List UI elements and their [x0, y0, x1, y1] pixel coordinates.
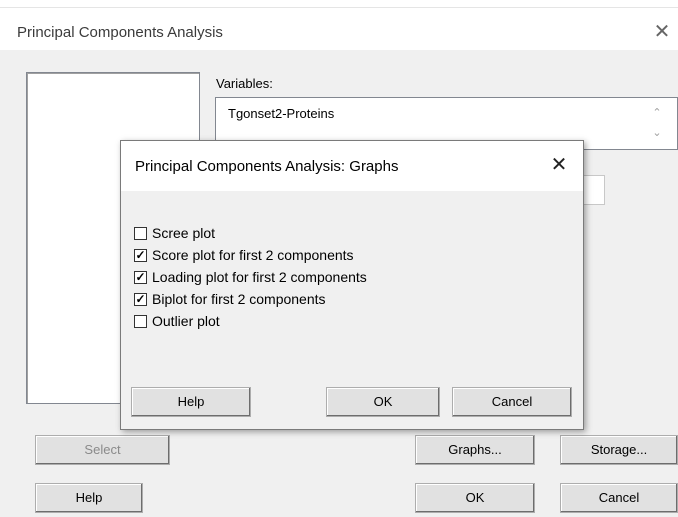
graphs-dialog: Principal Components Analysis: Graphs ✕ …: [120, 140, 584, 430]
option-score-plot[interactable]: Score plot for first 2 components: [134, 245, 354, 265]
window-top-edge: [0, 0, 678, 8]
option-label: Biplot for first 2 components: [152, 291, 326, 307]
checkbox[interactable]: [134, 248, 147, 262]
variables-value: Tgonset2-Proteins: [228, 106, 335, 121]
option-biplot[interactable]: Biplot for first 2 components: [134, 289, 326, 309]
graphs-help-button[interactable]: Help: [131, 387, 251, 417]
option-label: Loading plot for first 2 components: [152, 269, 367, 285]
checkbox[interactable]: [134, 292, 147, 306]
variables-label: Variables:: [216, 76, 273, 91]
option-label: Outlier plot: [152, 313, 220, 329]
graphs-dialog-title: Principal Components Analysis: Graphs: [135, 158, 399, 175]
option-label: Scree plot: [152, 225, 216, 241]
ok-button[interactable]: OK: [415, 483, 535, 513]
select-button[interactable]: Select: [35, 435, 170, 465]
help-button[interactable]: Help: [35, 483, 143, 513]
checkbox[interactable]: [134, 226, 147, 240]
chevron-down-icon[interactable]: ⌄: [650, 126, 664, 140]
graphs-ok-button[interactable]: OK: [326, 387, 440, 417]
window-title: Principal Components Analysis: [17, 24, 223, 41]
graphs-button[interactable]: Graphs...: [415, 435, 535, 465]
option-loading-plot[interactable]: Loading plot for first 2 components: [134, 267, 367, 287]
checkbox[interactable]: [134, 314, 147, 328]
storage-button[interactable]: Storage...: [560, 435, 678, 465]
chevron-up-icon[interactable]: ⌃: [650, 106, 664, 120]
close-icon[interactable]: ✕: [547, 153, 571, 177]
cancel-button[interactable]: Cancel: [560, 483, 678, 513]
graphs-cancel-button[interactable]: Cancel: [452, 387, 572, 417]
option-scree-plot[interactable]: Scree plot: [134, 223, 215, 243]
option-label: Score plot for first 2 components: [152, 247, 354, 263]
checkbox[interactable]: [134, 270, 147, 284]
close-icon[interactable]: ✕: [650, 20, 674, 44]
option-outlier-plot[interactable]: Outlier plot: [134, 311, 220, 331]
